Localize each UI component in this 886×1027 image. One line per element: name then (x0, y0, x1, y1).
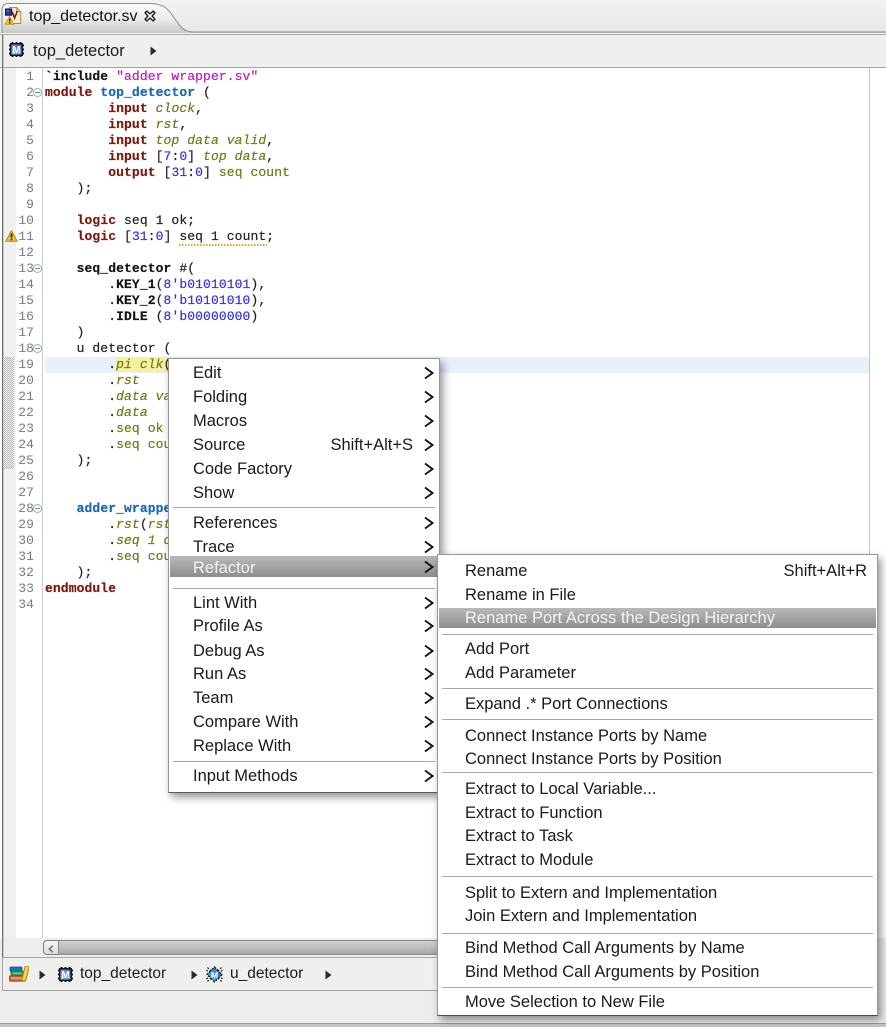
svg-text:M: M (12, 45, 20, 56)
svg-text:M: M (61, 970, 69, 981)
svg-text:M: M (211, 970, 218, 980)
